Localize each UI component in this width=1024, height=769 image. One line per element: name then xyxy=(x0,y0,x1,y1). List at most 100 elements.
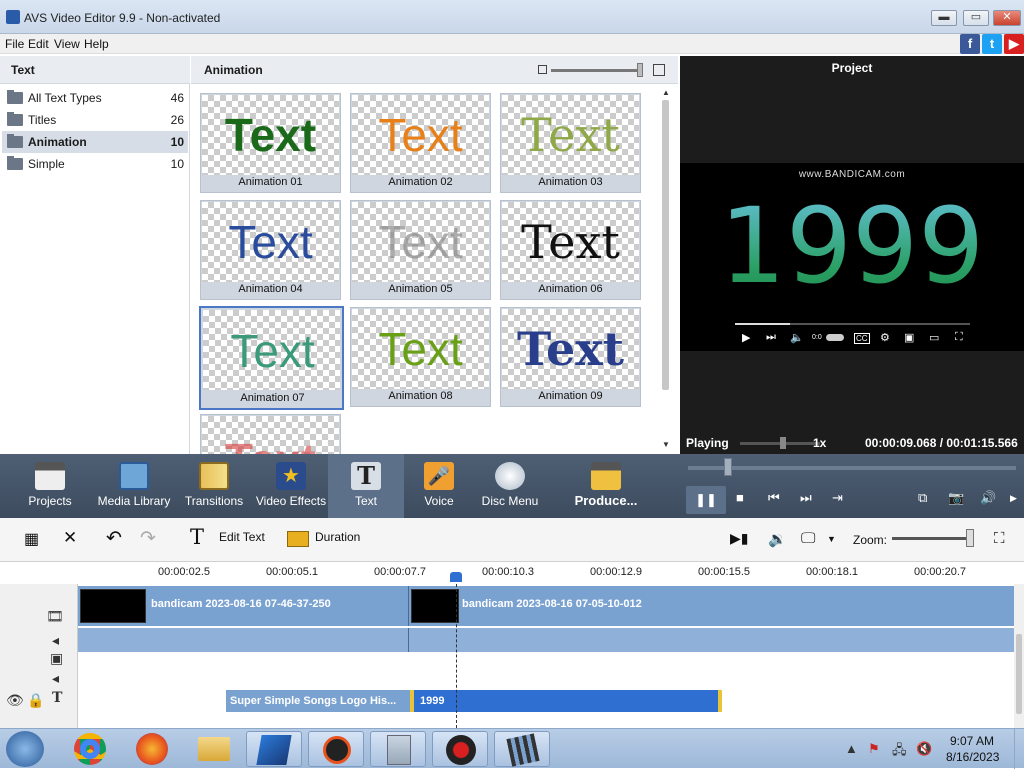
scroll-up-icon[interactable]: ▲ xyxy=(662,88,670,97)
menu-file[interactable]: File xyxy=(5,37,24,51)
seek-handle[interactable] xyxy=(724,458,732,476)
text-button[interactable]: T Text xyxy=(328,454,404,518)
delete-icon[interactable]: ✕ xyxy=(63,528,77,548)
facebook-icon[interactable]: f xyxy=(960,34,980,54)
pause-icon[interactable]: ❚❚ xyxy=(686,486,726,514)
duration-icon[interactable] xyxy=(287,531,309,547)
video-effects-button[interactable]: ★ Video Effects xyxy=(254,454,328,518)
show-desktop-button[interactable] xyxy=(1014,729,1024,769)
dropdown-arrow-icon[interactable]: ▼ xyxy=(827,534,836,544)
lock-icon[interactable]: 🔒 xyxy=(27,692,44,709)
close-button[interactable]: ✕ xyxy=(993,10,1021,26)
category-animation[interactable]: Animation 10 xyxy=(2,131,188,153)
undo-icon[interactable]: ↶ xyxy=(106,527,122,550)
edit-text-icon[interactable]: T xyxy=(190,525,204,549)
category-titles[interactable]: Titles 26 xyxy=(2,109,188,131)
redo-icon[interactable]: ↷ xyxy=(140,527,156,550)
tile-animation-07[interactable]: Text Animation 07 xyxy=(199,306,344,410)
projects-button[interactable]: Projects xyxy=(14,454,86,518)
twitter-icon[interactable]: t xyxy=(982,34,1002,54)
detach-preview-icon[interactable]: ⧉ xyxy=(918,490,927,506)
minimize-button[interactable]: ▬ xyxy=(931,10,957,26)
playhead-handle[interactable] xyxy=(450,572,462,582)
folder-icon xyxy=(7,134,23,148)
avs-video-editor-taskbar-icon[interactable] xyxy=(246,731,302,767)
timeline-zoom-handle[interactable] xyxy=(966,529,974,547)
large-thumbnail-icon[interactable] xyxy=(653,64,665,76)
clock-time[interactable]: 9:07 AM xyxy=(950,734,994,748)
play-icon: ▶ xyxy=(742,332,751,344)
timeline-ruler[interactable]: 00:00:02.5 00:00:05.1 00:00:07.7 00:00:1… xyxy=(0,562,1024,584)
category-all-text-types[interactable]: All Text Types 46 xyxy=(2,87,188,109)
gallery-scrollbar[interactable]: ▲ ▼ xyxy=(661,88,671,450)
menu-edit[interactable]: Edit xyxy=(28,37,49,51)
bandicam-taskbar-icon[interactable] xyxy=(432,731,488,767)
volume-menu-icon[interactable]: ▶ xyxy=(1010,493,1017,504)
video-track-icon: 🎞 xyxy=(46,608,64,624)
tile-animation-04[interactable]: Text Animation 04 xyxy=(200,200,341,300)
explorer-taskbar-icon[interactable] xyxy=(186,731,242,767)
voice-button[interactable]: 🎤 Voice xyxy=(406,454,472,518)
scroll-thumb[interactable] xyxy=(662,100,669,390)
stop-icon[interactable]: ■ xyxy=(736,490,744,505)
scroll-down-icon[interactable]: ▼ xyxy=(662,440,670,449)
next-frame-icon[interactable]: ⏭ xyxy=(800,490,812,506)
network-icon[interactable]: 🖧 xyxy=(892,741,907,763)
thumbnail-size-slider[interactable] xyxy=(551,69,643,72)
duration-button[interactable]: Duration xyxy=(315,530,360,544)
tile-animation-03[interactable]: Text Animation 03 xyxy=(500,93,641,193)
timeline-zoom-slider[interactable] xyxy=(892,537,974,540)
youtube-icon[interactable]: ▶ xyxy=(1004,34,1024,54)
split-icon[interactable]: ▶▮ xyxy=(730,530,748,547)
thumbnail-size-handle[interactable] xyxy=(637,63,643,77)
video-clip-2[interactable]: bandicam 2023-08-16 07-05-10-012 xyxy=(462,598,642,610)
scroll-thumb[interactable] xyxy=(1016,634,1022,714)
disc-menu-button[interactable]: Disc Menu xyxy=(476,454,544,518)
category-simple[interactable]: Simple 10 xyxy=(2,153,188,175)
storyboard-toggle-icon[interactable]: ▦ xyxy=(24,529,39,549)
audio-settings-icon[interactable]: 🔉 xyxy=(768,530,787,548)
volume-icon[interactable]: 🔊 xyxy=(980,490,996,506)
video-preview[interactable]: www.BANDICAM.com 1999 ▶ ⏭ 🔈 0:0 CC ⚙ ▣ ▭… xyxy=(680,163,1024,351)
audio-track[interactable] xyxy=(78,628,1014,652)
previous-frame-icon[interactable]: ⏮ xyxy=(768,490,780,506)
calculator-taskbar-icon[interactable] xyxy=(370,731,426,767)
menu-view[interactable]: View xyxy=(54,37,80,51)
show-hidden-icons-icon[interactable]: ▲ xyxy=(845,741,858,756)
tile-animation-06[interactable]: Text Animation 06 xyxy=(500,200,641,300)
tile-animation-10[interactable]: Text xyxy=(200,414,341,454)
chrome-taskbar-icon[interactable] xyxy=(62,731,118,767)
small-thumbnail-icon[interactable] xyxy=(538,65,547,74)
media-library-button[interactable]: Media Library xyxy=(96,454,172,518)
timeline-scrollbar[interactable] xyxy=(1014,584,1024,728)
edit-text-button[interactable]: Edit Text xyxy=(219,530,265,544)
text-clip-1[interactable]: Super Simple Songs Logo His... xyxy=(226,690,410,712)
maximize-button[interactable]: ▭ xyxy=(963,10,989,26)
video-clip-1[interactable]: bandicam 2023-08-16 07-46-37-250 xyxy=(151,598,331,610)
tile-animation-08[interactable]: Text Animation 08 xyxy=(350,307,491,407)
speed-slider-handle[interactable] xyxy=(780,437,786,449)
clock-date[interactable]: 8/16/2023 xyxy=(946,750,999,764)
video-track[interactable]: bandicam 2023-08-16 07-46-37-250 bandica… xyxy=(78,586,1014,626)
speaker-icon[interactable]: 🔇 xyxy=(916,741,932,757)
transitions-button[interactable]: Transitions xyxy=(178,454,250,518)
app-taskbar-icon[interactable] xyxy=(308,731,364,767)
tile-animation-09[interactable]: Text Animation 09 xyxy=(500,307,641,407)
tile-animation-01[interactable]: Text Animation 01 xyxy=(200,93,341,193)
firefox-taskbar-icon[interactable] xyxy=(124,731,180,767)
display-mode-icon[interactable]: 🖵 xyxy=(801,530,815,547)
split-view-icon[interactable]: ⇥ xyxy=(832,490,843,506)
start-button[interactable] xyxy=(6,731,44,767)
seek-bar[interactable] xyxy=(688,466,1016,470)
fit-timeline-icon[interactable]: ⛶ xyxy=(994,530,1005,547)
movie-maker-taskbar-icon[interactable] xyxy=(494,731,550,767)
snapshot-camera-icon[interactable]: 📷 xyxy=(948,490,964,506)
fullscreen-icon: ⛶ xyxy=(955,331,963,343)
action-center-icon[interactable]: ⚑ xyxy=(868,741,880,757)
tile-animation-02[interactable]: Text Animation 02 xyxy=(350,93,491,193)
tile-animation-05[interactable]: Text Animation 05 xyxy=(350,200,491,300)
menu-help[interactable]: Help xyxy=(84,37,109,51)
produce-button[interactable]: Produce... xyxy=(566,454,646,518)
visibility-eye-icon[interactable]: 👁 xyxy=(6,692,24,709)
text-track[interactable]: Super Simple Songs Logo His... 1999 xyxy=(78,688,1014,712)
